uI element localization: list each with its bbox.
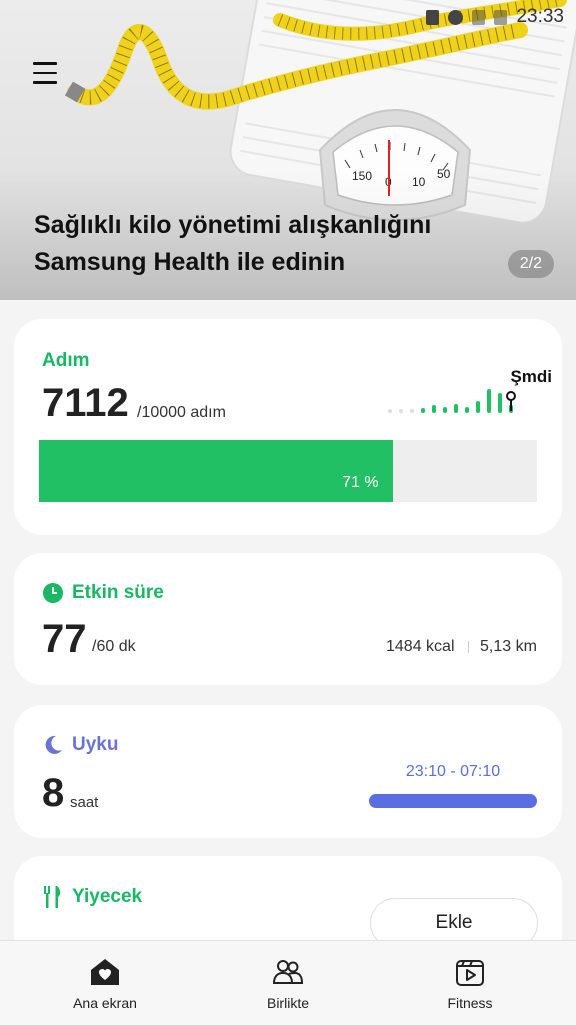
steps-card[interactable]: Adım 7112 /10000 adım Şmdi 71 % — [14, 319, 562, 535]
sleep-value: 8 — [42, 771, 65, 815]
status-bar: 23:33 — [426, 6, 564, 28]
video-play-icon — [456, 960, 484, 986]
nav-together[interactable]: Birlikte — [218, 955, 358, 1013]
sleep-heading: Uyku — [42, 734, 118, 756]
bottom-navigation: Ana ekran Birlikte Fitness — [0, 940, 576, 1025]
active-time-value: 77 — [42, 617, 87, 661]
food-label: Yiyecek — [72, 886, 143, 907]
promo-banner[interactable]: 150 0 10 50 23:33 Sağlıklı kilo yönetimi… — [0, 0, 576, 300]
steps-label: Adım — [42, 350, 90, 371]
nav-fitness-label: Fitness — [447, 995, 493, 1011]
hamburger-icon-line — [33, 81, 57, 84]
signal-icon — [472, 9, 486, 25]
steps-progress-bar: 71 % — [39, 440, 537, 502]
banner-title: Sağlıklı kilo yönetimi alışkanlığını Sam… — [34, 211, 432, 276]
nav-home[interactable]: Ana ekran — [35, 955, 175, 1013]
moon-icon — [45, 735, 62, 754]
home-heart-icon — [91, 959, 119, 985]
people-icon — [272, 960, 304, 984]
steps-progress-fill — [39, 440, 393, 502]
active-distance: 5,13 km — [480, 638, 537, 655]
sleep-card[interactable]: Uyku 8 saat 23:10 - 07:10 — [14, 705, 562, 838]
steps-progress-text: 71 % — [342, 474, 379, 491]
active-time-goal: /60 dk — [92, 638, 136, 655]
sleep-range: 23:10 - 07:10 — [405, 763, 501, 780]
hamburger-icon-line — [33, 62, 57, 65]
active-kcal: 1484 kcal — [386, 638, 455, 655]
sleep-unit: saat — [70, 794, 99, 811]
steps-now-label: Şmdi — [510, 367, 552, 386]
alarm-icon — [426, 9, 440, 25]
active-time-heading: Etkin süre — [42, 582, 164, 604]
nav-home-label: Ana ekran — [73, 995, 137, 1011]
menu-button[interactable] — [33, 62, 57, 84]
active-time-card[interactable]: Etkin süre 77 /60 dk 1484 kcal 5,13 km — [14, 553, 562, 685]
food-heading: Yiyecek — [42, 885, 142, 909]
nav-fitness[interactable]: Fitness — [400, 955, 540, 1013]
steps-value: 7112 — [42, 381, 129, 425]
clock-icon — [43, 583, 63, 603]
fork-knife-icon — [44, 886, 61, 908]
active-time-label: Etkin süre — [72, 582, 164, 603]
status-time: 23:33 — [516, 6, 564, 27]
nav-together-label: Birlikte — [266, 995, 309, 1011]
battery-icon — [494, 9, 508, 25]
banner-pager: 2/2 — [507, 250, 554, 278]
sleep-label: Uyku — [72, 734, 119, 755]
sleep-bar — [369, 794, 537, 808]
divider — [468, 641, 469, 653]
hamburger-icon-line — [33, 71, 57, 74]
steps-goal: /10000 adım — [137, 404, 226, 421]
dnd-icon — [448, 9, 464, 25]
